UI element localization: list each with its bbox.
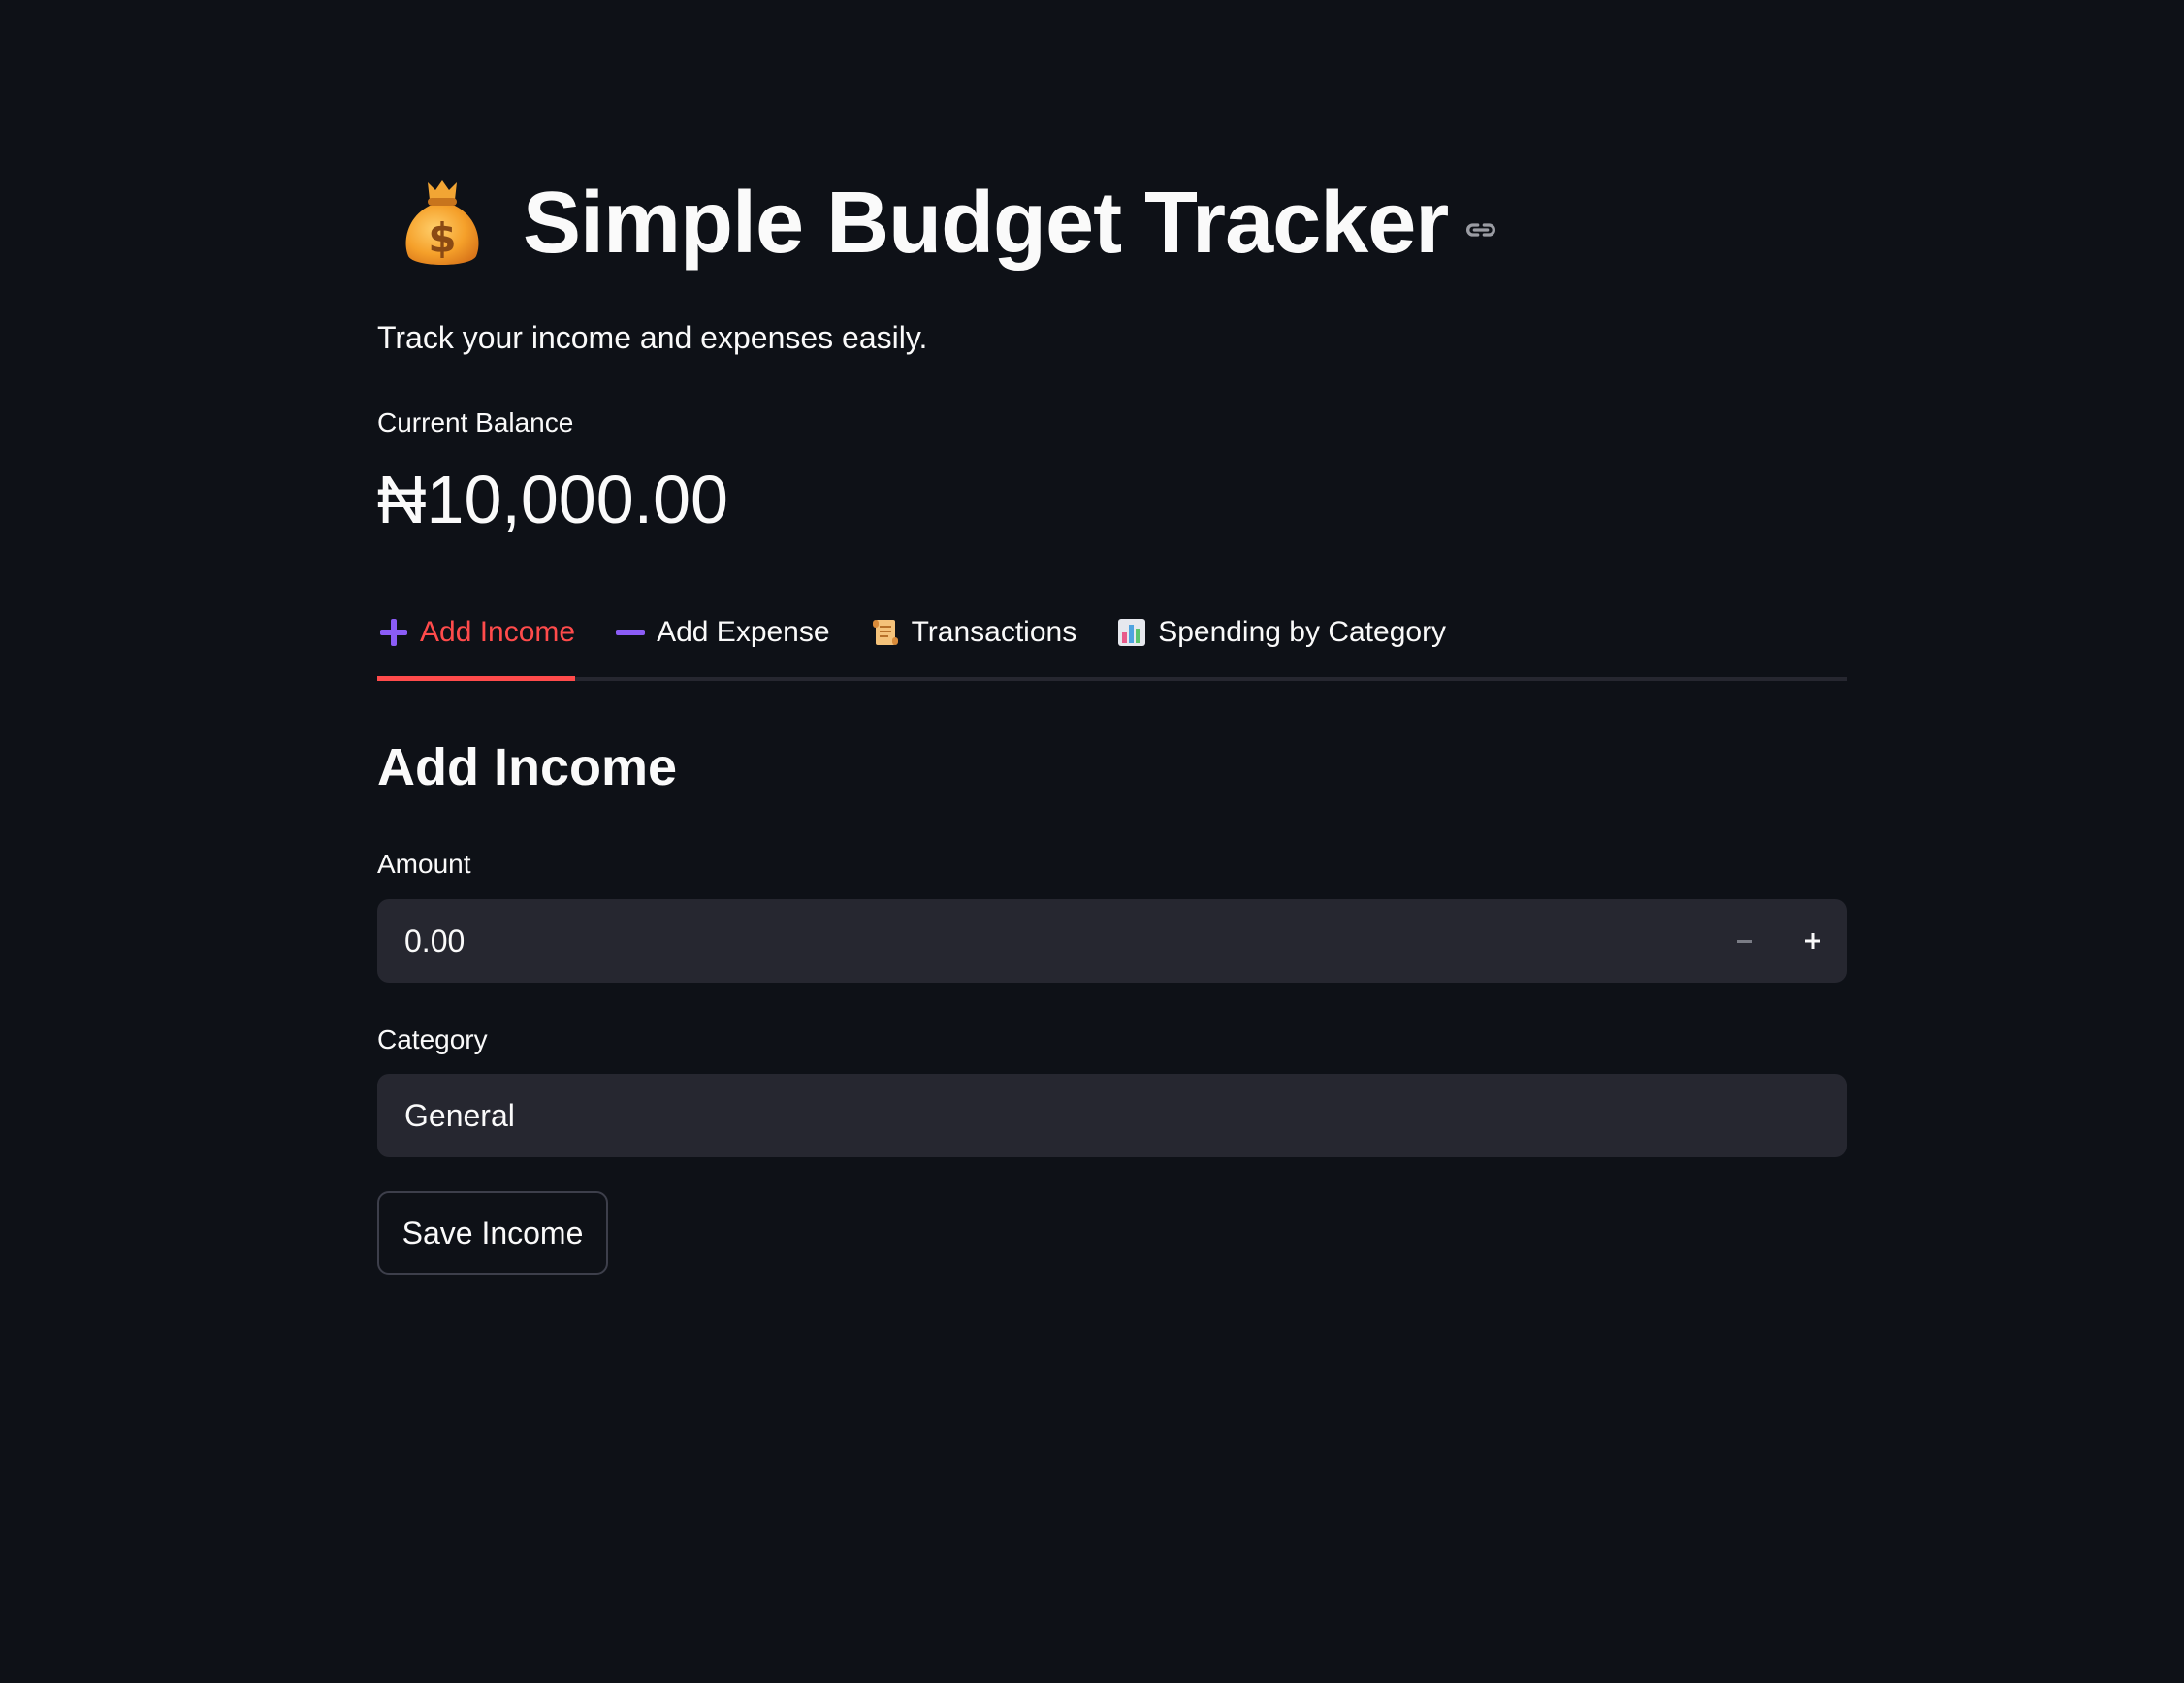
amount-label: Amount xyxy=(377,849,471,879)
plus-icon xyxy=(1805,933,1820,949)
tab-label: Spending by Category xyxy=(1158,616,1447,648)
category-field[interactable] xyxy=(377,1073,1847,1158)
tab-add-expense[interactable]: Add Expense xyxy=(614,601,830,663)
tab-spending-by-category[interactable]: Spending by Category xyxy=(1115,601,1446,663)
category-label: Category xyxy=(377,1024,488,1054)
tab-label: Add Income xyxy=(420,616,576,648)
page-title: Simple Budget Tracker xyxy=(523,174,1449,272)
balance-value: ₦10,000.00 xyxy=(377,462,728,537)
money-bag-icon: $ xyxy=(399,175,486,272)
link-icon[interactable] xyxy=(1461,210,1500,249)
balance-label: Current Balance xyxy=(377,407,574,437)
amount-number-input xyxy=(377,898,1847,984)
svg-text:$: $ xyxy=(428,214,456,262)
tab-add-income[interactable]: Add Income xyxy=(377,601,576,681)
decrement-button[interactable] xyxy=(1711,899,1779,983)
increment-button[interactable] xyxy=(1779,899,1847,983)
page-header: $ Simple Budget Tracker xyxy=(377,170,1500,276)
tab-transactions[interactable]: Transactions xyxy=(869,601,1077,663)
minus-icon xyxy=(1737,940,1752,943)
bar-chart-icon xyxy=(1115,616,1148,649)
scroll-icon xyxy=(869,616,902,649)
tab-bar: Add Income Add Expense Transactions Spen… xyxy=(377,601,1847,681)
category-input-box xyxy=(377,1073,1847,1158)
minus-icon xyxy=(614,616,647,649)
page-subtitle: Track your income and expenses easily. xyxy=(377,320,928,355)
save-income-button[interactable]: Save Income xyxy=(377,1191,608,1275)
tab-label: Add Expense xyxy=(657,616,830,648)
plus-icon xyxy=(377,616,410,649)
tab-label: Transactions xyxy=(911,616,1077,648)
amount-field[interactable] xyxy=(377,898,1711,984)
section-heading: Add Income xyxy=(377,738,678,796)
